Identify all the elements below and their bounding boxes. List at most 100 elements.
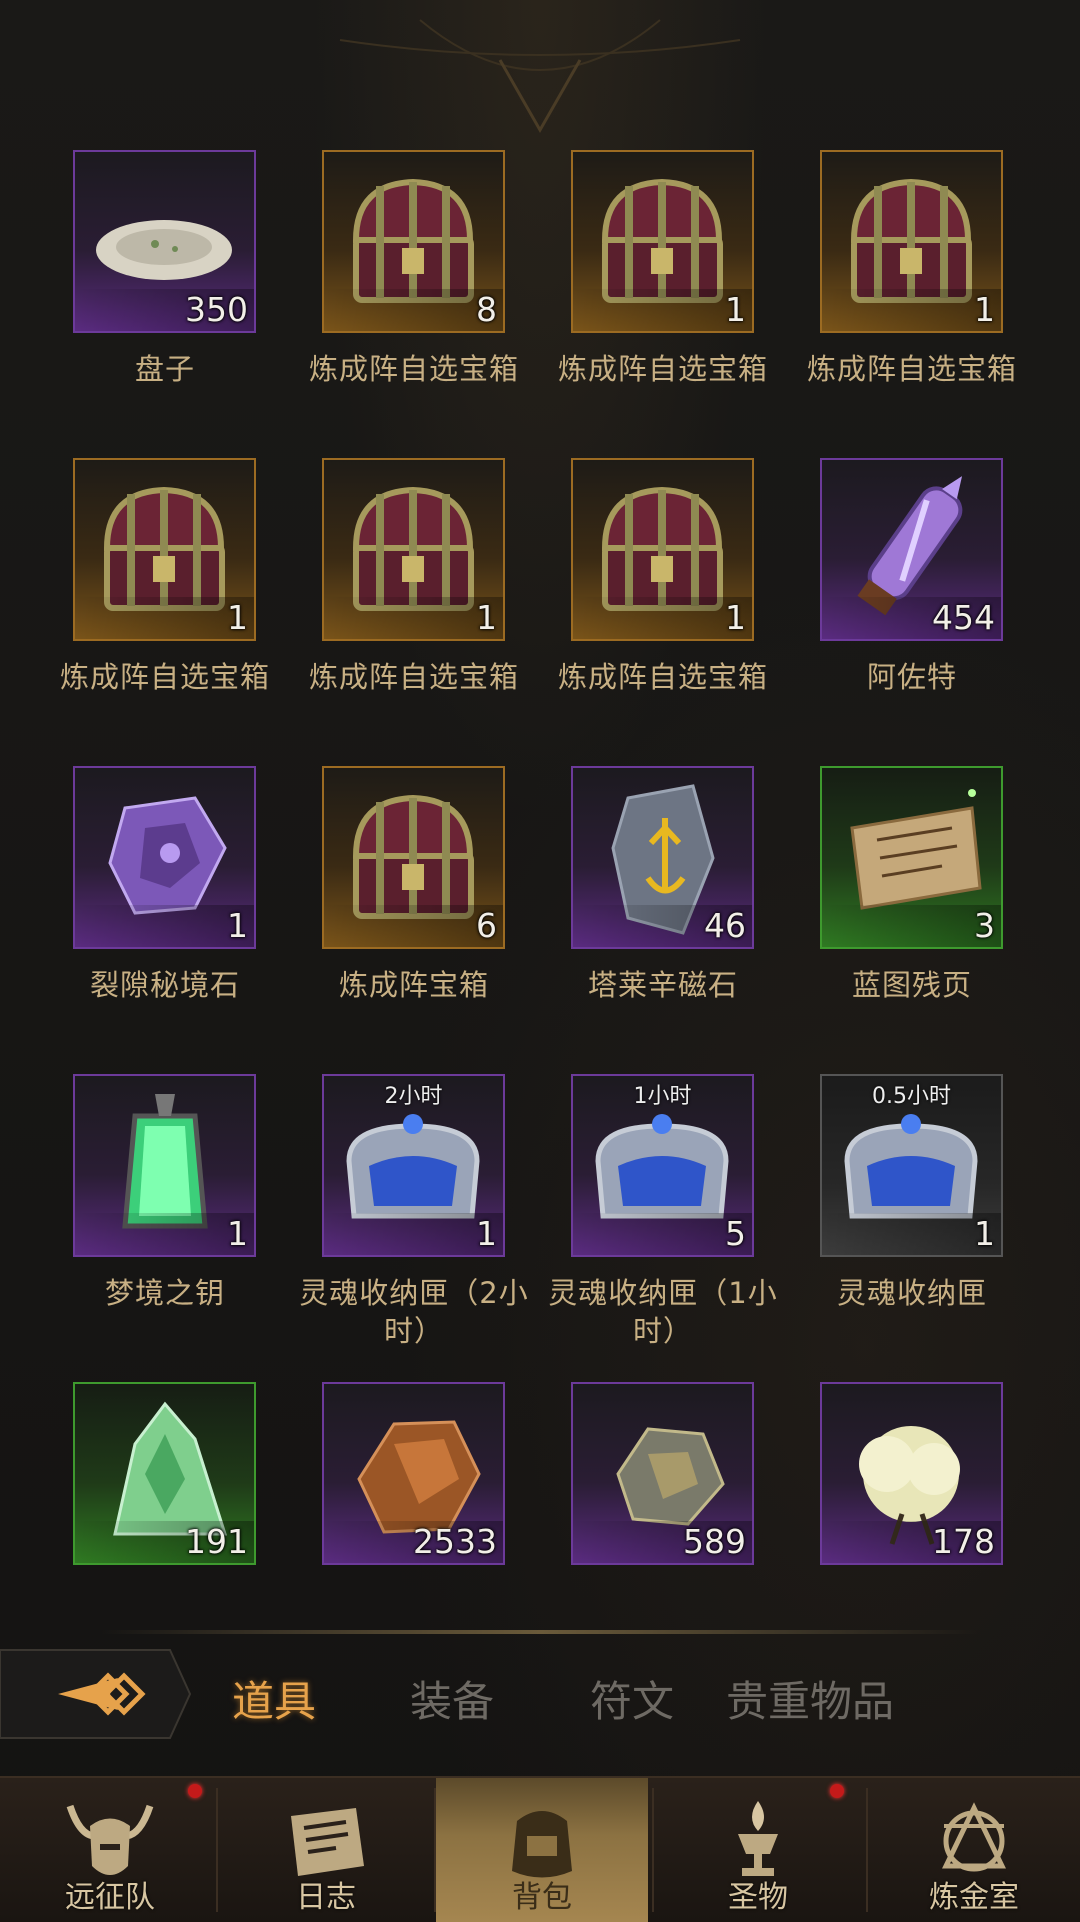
- item-count: 1: [725, 290, 746, 329]
- item-name: 盘子: [134, 352, 195, 386]
- item-count: 1: [974, 290, 995, 329]
- inventory-item[interactable]: 1 炼成阵自选宝箱: [289, 448, 539, 756]
- nav-label: 背包: [512, 1880, 572, 1915]
- item-count: 1: [476, 598, 497, 637]
- item-slot: 1: [73, 1074, 256, 1257]
- item-count: 454: [932, 598, 995, 637]
- item-slot: 178: [820, 1382, 1003, 1565]
- nav-journal[interactable]: 日志: [220, 1778, 432, 1922]
- item-count: 350: [185, 290, 248, 329]
- item-count: 1: [476, 1214, 497, 1253]
- inventory-item[interactable]: 454 阿佐特: [787, 448, 1037, 756]
- item-name: 炼成阵自选宝箱: [59, 660, 270, 694]
- inventory-item[interactable]: 1 炼成阵自选宝箱: [538, 140, 788, 448]
- inventory-item[interactable]: 191: [40, 1372, 290, 1590]
- item-slot: 191: [73, 1382, 256, 1565]
- item-count: 46: [704, 906, 746, 945]
- tab-items[interactable]: 道具: [232, 1668, 316, 1729]
- notification-badge: [188, 1784, 202, 1798]
- item-name: 炼成阵自选宝箱: [557, 660, 768, 694]
- item-name: 灵魂收纳匣（2小时）: [299, 1276, 529, 1348]
- nav-divider: [216, 1788, 218, 1912]
- nav-label: 圣物: [728, 1880, 788, 1915]
- item-slot: 1: [820, 150, 1003, 333]
- tab-valuables[interactable]: 贵重物品: [726, 1668, 894, 1729]
- item-slot: 1: [571, 458, 754, 641]
- item-slot: 2533: [322, 1382, 505, 1565]
- item-name: 灵魂收纳匣: [836, 1276, 987, 1310]
- item-slot: 6: [322, 766, 505, 949]
- item-slot: 1: [73, 458, 256, 641]
- item-timer: 1小时: [633, 1084, 692, 1109]
- item-count: 8: [476, 290, 497, 329]
- inventory-item[interactable]: 350 盘子: [40, 140, 290, 448]
- inventory-item[interactable]: 1 炼成阵自选宝箱: [787, 140, 1037, 448]
- bottom-navigation: 远征队 日志 背包 圣物 炼金室: [0, 1776, 1080, 1922]
- nav-label: 日志: [296, 1880, 356, 1915]
- item-name: 炼成阵自选宝箱: [557, 352, 768, 386]
- item-name: 灵魂收纳匣（1小时）: [548, 1276, 778, 1348]
- item-count: 1: [227, 1214, 248, 1253]
- inventory-item[interactable]: 2533: [289, 1372, 539, 1590]
- item-slot: 3: [820, 766, 1003, 949]
- nav-relics[interactable]: 圣物: [652, 1778, 864, 1922]
- item-count: 2533: [413, 1522, 497, 1561]
- nav-expedition[interactable]: 远征队: [4, 1778, 216, 1922]
- item-count: 589: [683, 1522, 746, 1561]
- item-name: 炼成阵宝箱: [338, 968, 489, 1002]
- item-name: 炼成阵自选宝箱: [308, 660, 519, 694]
- item-count: 6: [476, 906, 497, 945]
- inventory-item[interactable]: 178: [787, 1372, 1037, 1590]
- item-name: 塔莱辛磁石: [587, 968, 738, 1002]
- inventory-item[interactable]: 589: [538, 1372, 788, 1590]
- item-count: 1: [227, 906, 248, 945]
- inventory-item[interactable]: 8 炼成阵自选宝箱: [289, 140, 539, 448]
- item-slot: 589: [571, 1382, 754, 1565]
- nav-backpack[interactable]: 背包: [436, 1778, 648, 1922]
- inventory-item[interactable]: 1 裂隙秘境石: [40, 756, 290, 1064]
- item-slot: 1: [73, 766, 256, 949]
- inventory-item[interactable]: 1 0.5小时灵魂收纳匣: [787, 1064, 1037, 1372]
- inventory-item[interactable]: 1 炼成阵自选宝箱: [538, 448, 788, 756]
- item-slot: 350: [73, 150, 256, 333]
- inventory-item[interactable]: 1 2小时灵魂收纳匣（2小时）: [289, 1064, 539, 1372]
- nav-label: 远征队: [65, 1880, 155, 1915]
- nav-label: 炼金室: [929, 1880, 1019, 1915]
- item-slot: 1: [322, 458, 505, 641]
- item-slot: 1 0.5小时: [820, 1074, 1003, 1257]
- item-name: 裂隙秘境石: [89, 968, 240, 1002]
- inventory-item[interactable]: 6 炼成阵宝箱: [289, 756, 539, 1064]
- item-count: 1: [227, 598, 248, 637]
- item-slot: 8: [322, 150, 505, 333]
- item-count: 178: [932, 1522, 995, 1561]
- item-grid: 350 盘子 8 炼成阵自选宝箱 1 炼成阵自选宝箱 1 炼成阵自选宝箱 1 炼成阵自选宝箱 1 炼成…: [40, 140, 1040, 1590]
- item-timer: 2小时: [384, 1084, 443, 1109]
- item-name: 蓝图残页: [851, 968, 972, 1002]
- tab-equipment[interactable]: 装备: [410, 1668, 494, 1729]
- item-name: 梦境之钥: [104, 1276, 225, 1310]
- inventory-item[interactable]: 1 梦境之钥: [40, 1064, 290, 1372]
- item-count: 1: [974, 1214, 995, 1253]
- back-arrow-button[interactable]: [0, 1648, 192, 1740]
- inventory-item[interactable]: 5 1小时灵魂收纳匣（1小时）: [538, 1064, 788, 1372]
- item-slot: 5 1小时: [571, 1074, 754, 1257]
- top-ornament: [339, 19, 741, 134]
- item-name: 阿佐特: [866, 660, 957, 694]
- item-slot: 454: [820, 458, 1003, 641]
- item-slot: 1 2小时: [322, 1074, 505, 1257]
- inventory-item[interactable]: 1 炼成阵自选宝箱: [40, 448, 290, 756]
- tab-divider: [100, 1630, 980, 1634]
- item-name: 炼成阵自选宝箱: [308, 352, 519, 386]
- item-name: 炼成阵自选宝箱: [806, 352, 1017, 386]
- item-slot: 46: [571, 766, 754, 949]
- nav-alchemy-room[interactable]: 炼金室: [868, 1778, 1080, 1922]
- item-timer: 0.5小时: [872, 1084, 951, 1109]
- item-count: 5: [725, 1214, 746, 1253]
- notification-badge: [830, 1784, 844, 1798]
- item-count: 1: [725, 598, 746, 637]
- tab-runes[interactable]: 符文: [590, 1668, 674, 1729]
- item-count: 191: [185, 1522, 248, 1561]
- inventory-item[interactable]: 46 塔莱辛磁石: [538, 756, 788, 1064]
- item-slot: 1: [571, 150, 754, 333]
- inventory-item[interactable]: 3 蓝图残页: [787, 756, 1037, 1064]
